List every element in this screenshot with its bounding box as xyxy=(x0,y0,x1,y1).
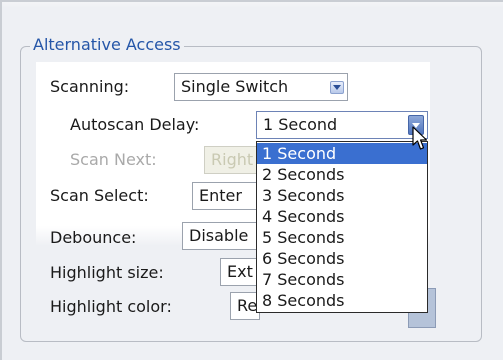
scan-next-combo: Right xyxy=(204,146,260,174)
dropdown-option-5[interactable]: 5 Seconds xyxy=(257,227,427,248)
scanning-label: Scanning: xyxy=(50,77,130,96)
scanning-value: Single Switch xyxy=(181,77,289,96)
highlight-size-value: Ext xyxy=(227,262,253,281)
scanning-combo[interactable]: Single Switch xyxy=(174,73,348,101)
highlight-color-value: Re xyxy=(237,296,258,315)
scan-next-value: Right xyxy=(211,150,254,169)
autoscan-delay-dropdown[interactable]: 1 Second 2 Seconds 3 Seconds 4 Seconds 5… xyxy=(256,141,428,313)
scan-select-value: Enter xyxy=(199,186,242,205)
mouse-cursor-icon xyxy=(412,126,428,150)
scan-next-label: Scan Next: xyxy=(70,150,157,169)
autoscan-delay-label: Autoscan Delay: xyxy=(70,115,200,134)
dropdown-option-3[interactable]: 3 Seconds xyxy=(257,185,427,206)
autoscan-delay-value: 1 Second xyxy=(263,115,338,134)
dropdown-option-6[interactable]: 6 Seconds xyxy=(257,248,427,269)
debounce-value: Disable xyxy=(189,226,249,245)
group-title: Alternative Access xyxy=(30,35,184,55)
dropdown-option-8[interactable]: 8 Seconds xyxy=(257,290,427,311)
dropdown-option-2[interactable]: 2 Seconds xyxy=(257,164,427,185)
debounce-combo[interactable]: Disable xyxy=(182,222,260,250)
scan-select-label: Scan Select: xyxy=(50,186,149,205)
dropdown-option-7[interactable]: 7 Seconds xyxy=(257,269,427,290)
autoscan-delay-combo[interactable]: 1 Second xyxy=(256,111,428,139)
chevron-down-icon[interactable] xyxy=(330,81,344,94)
debounce-label: Debounce: xyxy=(50,228,137,247)
dropdown-option-4[interactable]: 4 Seconds xyxy=(257,206,427,227)
dropdown-option-1[interactable]: 1 Second xyxy=(257,143,427,164)
highlight-color-label: Highlight color: xyxy=(50,297,172,316)
highlight-size-label: Highlight size: xyxy=(50,263,164,282)
scan-select-combo[interactable]: Enter xyxy=(192,182,260,210)
highlight-size-combo[interactable]: Ext xyxy=(220,258,260,286)
